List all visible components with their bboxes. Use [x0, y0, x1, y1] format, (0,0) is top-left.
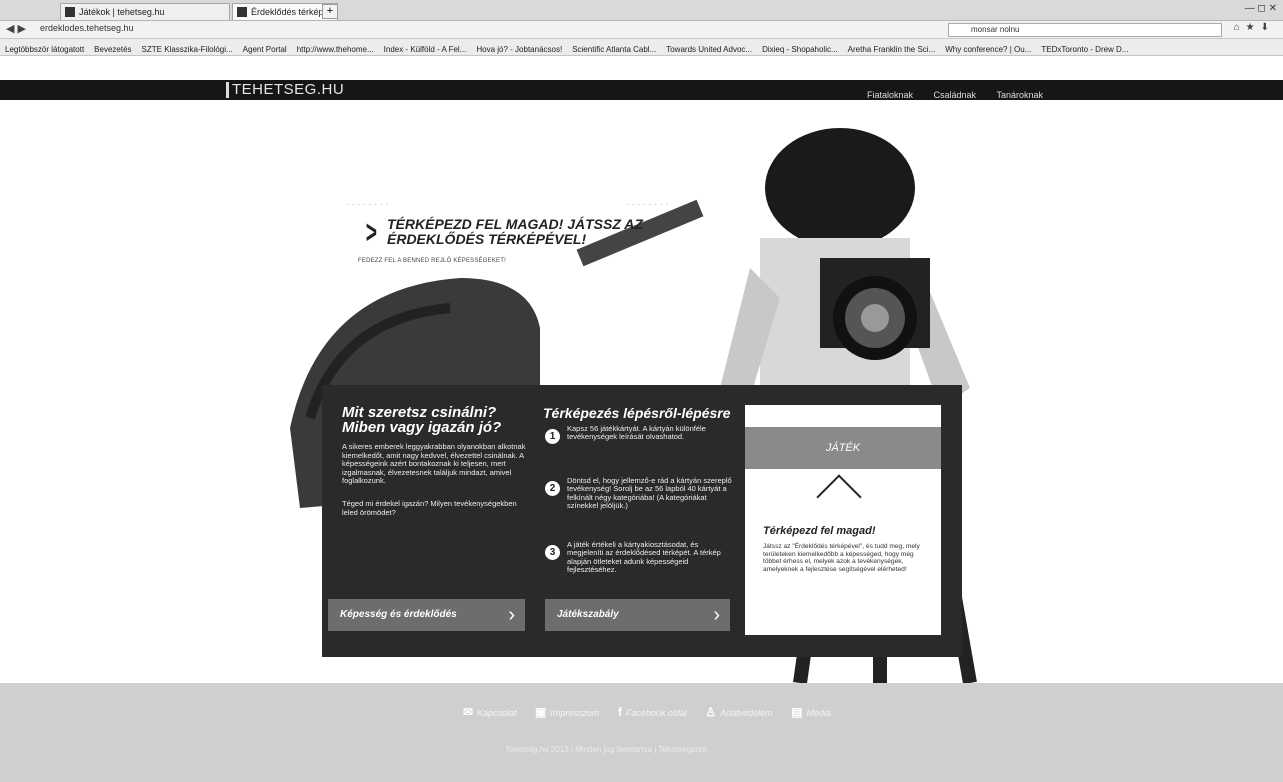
chevron-right-icon: › [713, 604, 720, 626]
step-number: 2 [545, 481, 560, 496]
favicon-icon [65, 7, 75, 17]
nav-link-tanaroknak[interactable]: Tanároknak [996, 90, 1043, 100]
site-nav: Fiataloknak Családnak Tanároknak [851, 85, 1043, 103]
footer-link-facebook[interactable]: f Facebook oldal [617, 705, 687, 719]
bookmark-item[interactable]: Hova jó? - Jobtanácsos! [471, 42, 567, 54]
button-label: Játékszabály [557, 609, 619, 620]
facebook-icon: f [617, 705, 622, 719]
button-label: Képesség és érdeklődés [340, 609, 457, 620]
intro-question: Téged mi érdekel igazán? Milyen tevékeny… [342, 498, 517, 517]
bookmark-item[interactable]: Bevezetés [89, 42, 136, 54]
bookmark-item[interactable]: TEDxToronto - Drew D... [1036, 42, 1133, 54]
tab-label: Érdeklődés térképe [251, 7, 329, 17]
toolbar-icons[interactable]: ⌂★⬇ [1234, 22, 1275, 33]
footer-link-label: Média [806, 708, 831, 718]
skills-interest-button[interactable]: Képesség és érdeklődés › [328, 599, 525, 631]
chevron-up-icon [816, 474, 862, 520]
footer-link-privacy[interactable]: ♙ Adatvédelem [705, 705, 773, 719]
rules-button[interactable]: Játékszabály › [545, 599, 730, 631]
window-controls[interactable]: — ◻ ✕ [1245, 3, 1277, 14]
back-forward-icon[interactable]: ◀ ▶ [6, 22, 26, 35]
hero-subheading: FEDEZZ FEL A BENNED REJLŐ KÉPESSÉGEKET! [358, 258, 506, 264]
footer-link-media[interactable]: ▤ Média [791, 705, 831, 719]
footer-link-label: Impresszum [550, 708, 600, 718]
step-text: Döntsd el, hogy jellemző-e rád a kártyán… [567, 476, 732, 511]
browser-tab-jatekok[interactable]: Játékok | tehetseg.hu [60, 3, 230, 20]
new-tab-button[interactable]: + [322, 4, 338, 19]
step-item: 3 A játék értékeli a kártyakiosztásodat,… [543, 540, 733, 575]
intro-paragraph: A sikeres emberek leggyakrabban olyanokb… [342, 442, 526, 486]
nav-link-csaladnak[interactable]: Családnak [933, 90, 976, 100]
game-card[interactable]: JÁTÉK Térképezd fel magad! Játssz az "Ér… [745, 405, 941, 635]
bookmarks-bar: Legtöbbször látogatott Bevezetés SZTE Klas… [0, 39, 1283, 56]
play-band[interactable]: JÁTÉK [745, 427, 941, 469]
url-field[interactable]: erdeklodes.tehetseg.hu [40, 23, 134, 33]
card-text: Játssz az "Érdeklődés térképével", és tu… [763, 543, 920, 573]
step-number: 3 [545, 545, 560, 560]
footer-link-label: Facebook oldal [625, 708, 687, 718]
step-number: 1 [545, 429, 560, 444]
address-bar-row: ◀ ▶ erdeklodes.tehetseg.hu ⌕ monsar noln… [0, 21, 1283, 39]
logo-mark-icon [226, 82, 229, 98]
footer-links: ✉ Kapcsolat ▣ Impresszum f Facebook oldal ♙… [463, 703, 845, 721]
person-icon: ♙ [705, 705, 717, 719]
browser-tab-bar: Játékok | tehetseg.hu Érdeklődés térképe… [0, 0, 1283, 21]
mail-icon: ✉ [463, 705, 474, 719]
chevron-right-icon: › [508, 604, 515, 626]
footer-link-imprint[interactable]: ▣ Impresszum [535, 705, 600, 719]
bookmark-item[interactable]: Towards United Advoc... [661, 42, 757, 54]
bookmark-item[interactable]: SZTE Klasszika-Filológi... [137, 42, 238, 54]
favicon-icon [237, 7, 247, 17]
site-header: TEHETSEG.HU Fiataloknak Családnak Tanáro… [0, 80, 1283, 100]
footer-link-contact[interactable]: ✉ Kapcsolat [463, 705, 517, 719]
bookmark-item[interactable]: Dixieq - Shopaholic... [757, 42, 843, 54]
steps-column: Térképezés lépésről-lépésre 1 Kapsz 56 j… [543, 405, 733, 574]
site-footer: ✉ Kapcsolat ▣ Impresszum f Facebook oldal ♙… [0, 683, 1283, 782]
bookmark-item[interactable]: Aretha Franklin the Sci... [843, 42, 941, 54]
media-icon: ▤ [791, 705, 803, 719]
search-input[interactable]: monsar nolnu [948, 23, 1222, 37]
bookmark-item[interactable]: http://www.thehome... [292, 42, 379, 54]
bookmark-item[interactable]: Index - Külföld - A Fel... [379, 42, 472, 54]
intro-column: Mit szeretsz csinálni? Miben vagy igazán… [342, 405, 527, 517]
decor-dots: ········ [626, 200, 672, 209]
bookmark-item[interactable]: Why conference? | Ou... [940, 42, 1036, 54]
step-item: 1 Kapsz 56 játékkártyát. A kártyán külön… [543, 424, 733, 444]
bookmark-item[interactable]: Agent Portal [238, 42, 292, 54]
tab-label: Játékok | tehetseg.hu [79, 7, 165, 17]
step-text: Kapsz 56 játékkártyát. A kártyán különfé… [567, 424, 706, 442]
step-item: 2 Döntsd el, hogy jellemző-e rád a kárty… [543, 476, 733, 511]
intro-title: Mit szeretsz csinálni? Miben vagy igazán… [342, 404, 502, 436]
document-icon: ▣ [535, 705, 547, 719]
footer-link-label: Kapcsolat [477, 708, 517, 718]
bookmark-item[interactable]: Scientific Atlanta Cabl... [567, 42, 661, 54]
card-title: Térképezd fel magad! [763, 525, 876, 537]
footer-link-label: Adatvédelem [720, 708, 773, 718]
hero-heading: TÉRKÉPEZD FEL MAGAD! JÁTSSZ AZ ÉRDEKLŐDÉ… [387, 216, 643, 247]
nav-link-fiataloknak[interactable]: Fiataloknak [867, 90, 913, 100]
footer-copyright: Tehetség.hu 2013 | Minden jog fenntartva… [505, 745, 707, 754]
decor-dots: ········ [346, 200, 392, 209]
site-logo[interactable]: TEHETSEG.HU [232, 81, 344, 98]
steps-title: Térképezés lépésről-lépésre [543, 405, 731, 421]
bookmark-item[interactable]: Legtöbbször látogatott [0, 42, 89, 54]
step-text: A játék értékeli a kártyakiosztásodat, é… [567, 540, 721, 575]
chevron-right-icon: > [365, 214, 377, 250]
